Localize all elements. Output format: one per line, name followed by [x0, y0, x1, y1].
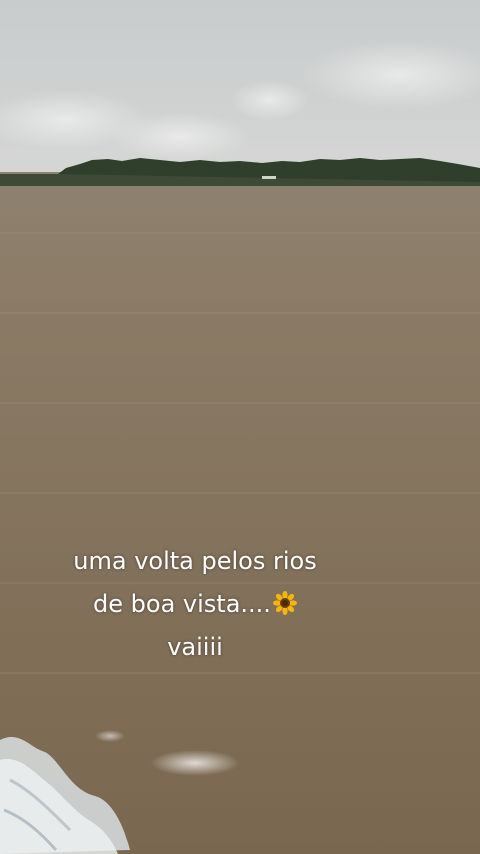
caption-line-2: de boa vista.... — [0, 583, 390, 626]
video-caption: uma volta pelos rios de boa vista.... va… — [0, 540, 390, 669]
ripple — [0, 402, 480, 404]
water-glare — [95, 730, 125, 742]
ripple — [0, 232, 480, 234]
video-frame: uma volta pelos rios de boa vista.... va… — [0, 0, 480, 854]
ripple — [0, 312, 480, 314]
ripple — [0, 672, 480, 674]
caption-line-3: vaiiii — [167, 633, 223, 661]
ripple — [0, 492, 480, 494]
caption-line-2-text: de boa vista.... — [93, 590, 271, 618]
boat-wake-foam — [0, 737, 130, 854]
water-glare — [150, 750, 240, 776]
cloud — [300, 40, 480, 110]
cloud — [230, 80, 310, 120]
sunflower-icon — [272, 586, 297, 615]
caption-line-1: uma volta pelos rios — [73, 547, 317, 575]
tree-line-island — [0, 158, 480, 186]
